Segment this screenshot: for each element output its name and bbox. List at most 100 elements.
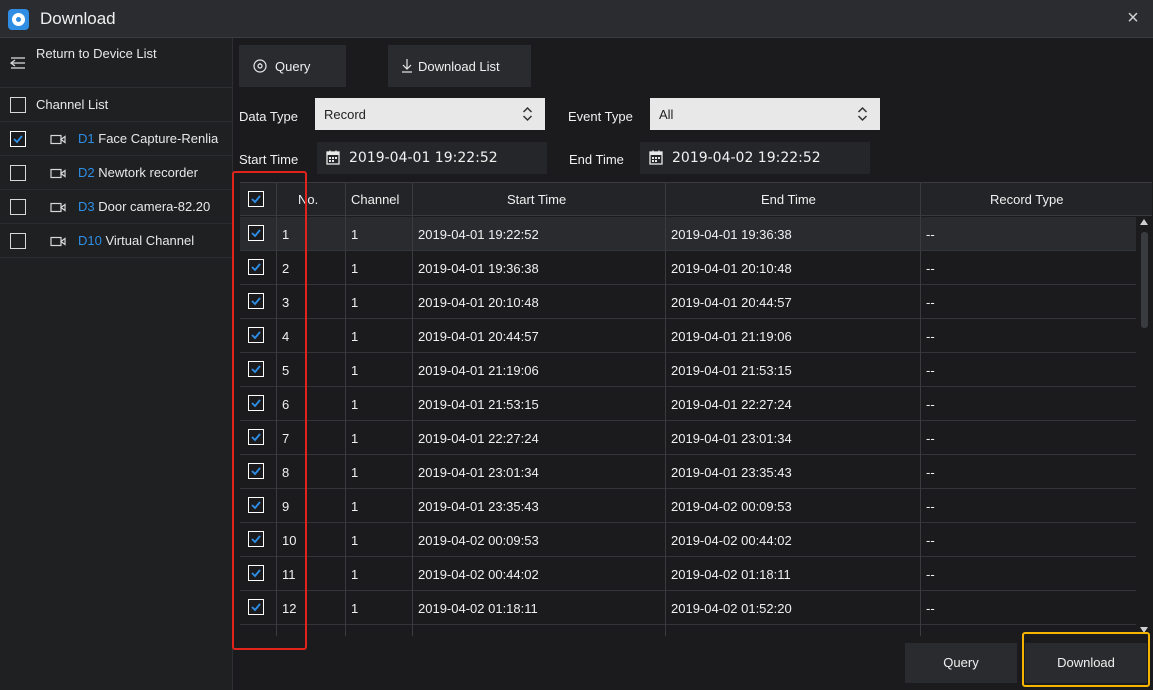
cell-record-type: -- [926,533,935,548]
row-checkbox[interactable] [248,327,264,343]
cell-record-type: -- [926,295,935,310]
channel-checkbox[interactable] [10,131,26,147]
select-all-checkbox[interactable] [248,191,264,207]
cell-start-time: 2019-04-01 22:27:24 [418,431,539,446]
row-checkbox[interactable] [248,565,264,581]
window-title: Download [40,9,116,28]
cell-channel: 1 [351,601,359,616]
query-button[interactable]: Query [905,643,1017,683]
row-checkbox[interactable] [248,599,264,615]
cell-end-time: 2019-04-01 21:53:15 [671,363,792,378]
footer: Query Download [234,636,1153,690]
channel-list-checkbox[interactable] [10,97,26,113]
cell-channel: 1 [351,397,359,412]
cell-end-time: 2019-04-02 00:44:02 [671,533,792,548]
channel-checkbox[interactable] [10,233,26,249]
table-row[interactable]: 3 1 2019-04-01 20:10:48 2019-04-01 20:44:57… [240,285,1136,319]
row-checkbox[interactable] [248,225,264,241]
cell-start-time: 2019-04-01 23:35:43 [418,499,539,514]
row-checkbox[interactable] [248,497,264,513]
table-row[interactable]: 6 1 2019-04-01 21:53:15 2019-04-01 22:27:24… [240,387,1136,421]
column-divider [345,182,346,636]
event-type-select[interactable]: All [650,98,880,130]
row-checkbox[interactable] [248,531,264,547]
sidebar-item-d10[interactable]: D10 Virtual Channel [0,224,233,258]
close-icon[interactable]: × [1121,7,1145,31]
table-row[interactable]: 1 1 2019-04-01 19:22:52 2019-04-01 19:36:38… [240,217,1136,251]
table-row[interactable]: 4 1 2019-04-01 20:44:57 2019-04-01 21:19:06… [240,319,1136,353]
cell-start-time: 2019-04-01 21:19:06 [418,363,539,378]
row-checkbox[interactable] [248,463,264,479]
tab-download-list[interactable]: Download List [388,45,531,87]
start-time-field[interactable]: 2019-04-01 19:22:52 [317,142,547,174]
cell-start-time: 2019-04-01 19:36:38 [418,261,539,276]
scroll-up-arrow-icon[interactable] [1138,218,1150,226]
query-icon [253,59,267,73]
table-row[interactable]: 5 1 2019-04-01 21:19:06 2019-04-01 21:53:15… [240,353,1136,387]
row-checkbox[interactable] [248,293,264,309]
cell-record-type: -- [926,227,935,242]
channel-list-row[interactable]: Channel List [0,88,233,122]
table-row[interactable]: 11 1 2019-04-02 00:44:02 2019-04-02 01:18:1… [240,557,1136,591]
table-row[interactable]: 12 1 2019-04-02 01:18:11 2019-04-02 01:52:2… [240,591,1136,625]
start-time-value: 2019-04-01 19:22:52 [349,150,498,166]
channel-name: Door camera-82.20 [98,199,211,214]
cell-channel: 1 [351,329,359,344]
cell-record-type: -- [926,329,935,344]
channel-checkbox[interactable] [10,165,26,181]
table-row[interactable]: 2 1 2019-04-01 19:36:38 2019-04-01 20:10:48… [240,251,1136,285]
cell-no: 1 [282,227,290,242]
scrollbar-thumb[interactable] [1141,232,1148,328]
sidebar-item-d3[interactable]: D3 Door camera-82.20 [0,190,233,224]
end-time-field[interactable]: 2019-04-02 19:22:52 [640,142,870,174]
event-type-value: All [659,107,674,122]
cell-no: 5 [282,363,290,378]
cell-channel: 1 [351,295,359,310]
return-arrow-icon [10,57,25,69]
scroll-down-arrow-icon[interactable] [1138,626,1150,634]
cell-no: 3 [282,295,290,310]
table-row[interactable]: 9 1 2019-04-01 23:35:43 2019-04-02 00:09:53… [240,489,1136,523]
header-channel: Channel [351,192,400,207]
event-type-label: Event Type [568,109,633,124]
channel-checkbox[interactable] [10,199,26,215]
app-logo-icon [8,9,29,30]
tab-download-list-label: Download List [418,59,500,74]
data-type-label: Data Type [239,109,299,124]
tab-query[interactable]: Query [239,45,346,87]
cell-record-type: -- [926,397,935,412]
download-button[interactable]: Download [1025,643,1147,683]
row-checkbox[interactable] [248,361,264,377]
cell-channel: 1 [351,261,359,276]
main-panel: Query Download List Data Type Record Eve… [234,38,1153,690]
calendar-icon [649,150,663,165]
table-row[interactable]: 10 1 2019-04-02 00:09:53 2019-04-02 00:44:0… [240,523,1136,557]
download-icon [402,59,412,73]
row-checkbox[interactable] [248,395,264,411]
column-divider [920,182,921,636]
cell-record-type: -- [926,431,935,446]
cell-channel: 1 [351,465,359,480]
cell-start-time: 2019-04-01 20:10:48 [418,295,539,310]
sidebar: Return to Device List Channel List D1 Fa… [0,38,233,690]
return-to-device-list-button[interactable]: Return to Device List [0,38,233,88]
row-checkbox[interactable] [248,259,264,275]
data-type-select[interactable]: Record [315,98,545,130]
sidebar-item-d2[interactable]: D2 Newtork recorder [0,156,233,190]
channel-id: D3 [78,199,95,214]
table-row[interactable]: 8 1 2019-04-01 23:01:34 2019-04-01 23:35:43… [240,455,1136,489]
chevron-up-down-icon [857,106,868,122]
table-header: No. Channel Start Time End Time Record T… [240,182,1152,216]
return-label: Return to Device List [36,46,157,61]
table-row[interactable]: 7 1 2019-04-01 22:27:24 2019-04-01 23:01:34… [240,421,1136,455]
channel-id: D1 [78,131,95,146]
row-checkbox[interactable] [248,429,264,445]
sidebar-item-d1[interactable]: D1 Face Capture-Renlia [0,122,233,156]
cell-end-time: 2019-04-01 23:01:34 [671,431,792,446]
cell-start-time: 2019-04-01 19:22:52 [418,227,539,242]
cell-no: 4 [282,329,290,344]
camera-icon [50,236,66,247]
calendar-icon [326,150,340,165]
data-type-value: Record [324,107,366,122]
start-time-label: Start Time [239,152,299,167]
